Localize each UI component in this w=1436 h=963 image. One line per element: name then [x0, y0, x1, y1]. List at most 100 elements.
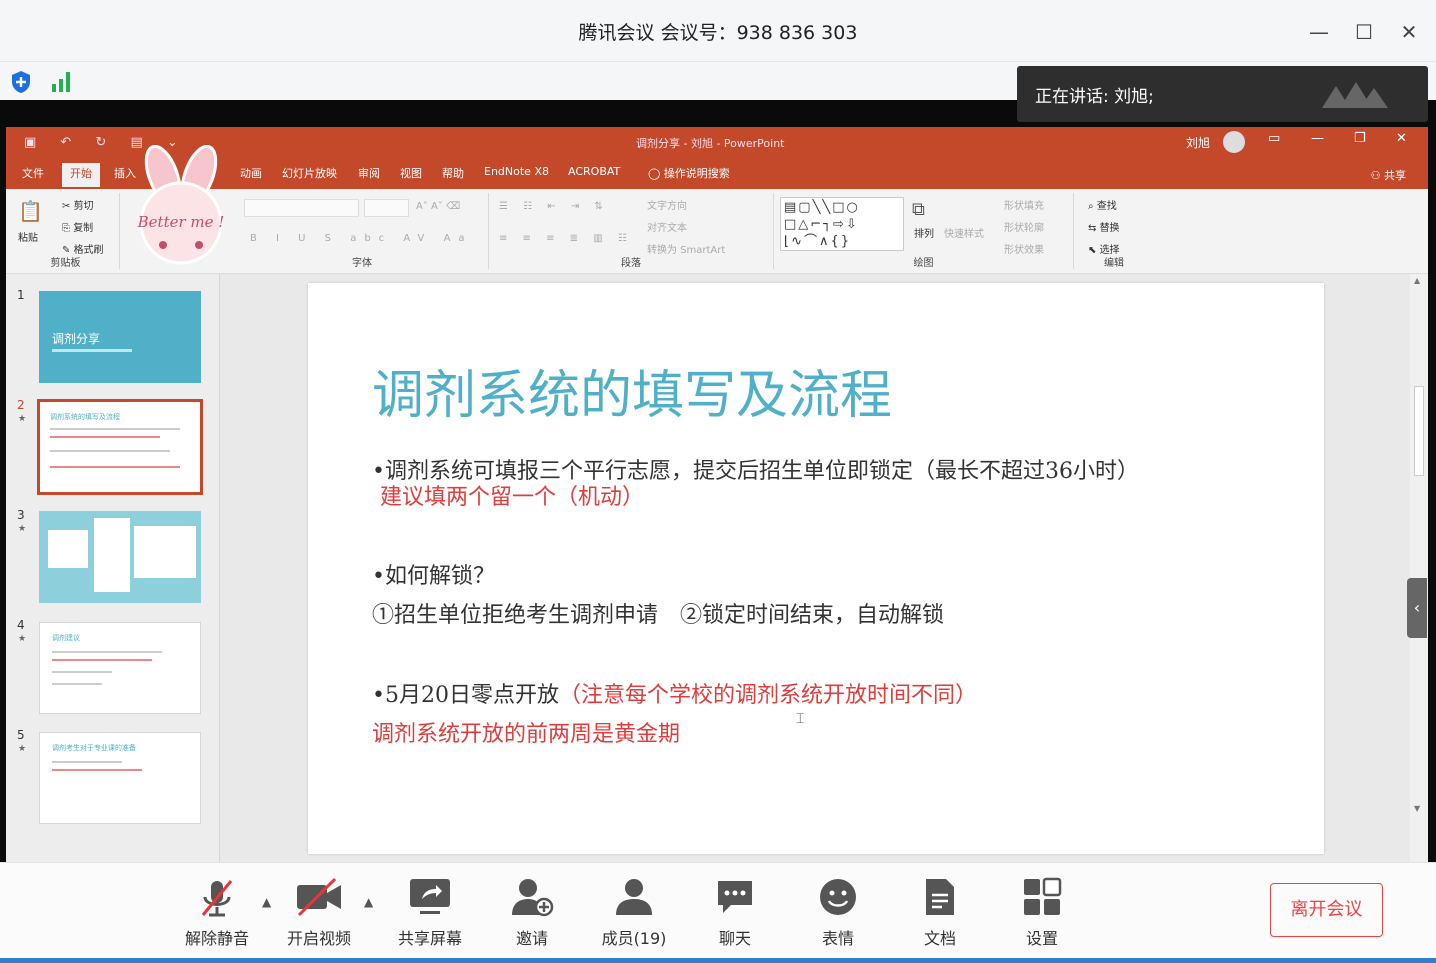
arrange-icon[interactable]: ⧉ [912, 199, 925, 220]
tab-home[interactable]: 开始 [62, 163, 100, 187]
sticker-text: Better me ! [137, 213, 225, 231]
thumb-line [52, 671, 112, 673]
font-size-box[interactable] [364, 199, 409, 217]
scroll-thumb[interactable] [1414, 386, 1424, 476]
settings-label: 设置 [1025, 929, 1058, 948]
bunny-sticker: Better me ! [137, 145, 225, 265]
font-size-icons[interactable]: A˄ A˅ ⌫ [416, 201, 460, 212]
slide-thumbnail-3[interactable] [39, 511, 201, 603]
start-video-button[interactable]: 开启视频 [274, 863, 364, 958]
thumb-title: 调剂考生对于专业课的准备 [52, 744, 136, 752]
slide-thumbnail-4[interactable]: 调剂建议 [39, 622, 201, 714]
settings-grid-icon [1024, 877, 1062, 915]
tab-slideshow[interactable]: 幻灯片放映 [282, 165, 337, 181]
video-off-icon [297, 877, 341, 917]
chat-label: 聊天 [718, 929, 751, 948]
active-speaker-banner: 正在讲话: 刘旭; [1017, 66, 1428, 122]
slide-thumbnail-1[interactable]: 调剂分享 [39, 291, 201, 383]
tab-file[interactable]: 文件 [22, 165, 44, 181]
shape-fill-button[interactable]: 形状填充 [1004, 197, 1044, 212]
tab-endnote[interactable]: EndNote X8 [484, 165, 549, 178]
quick-styles-button[interactable]: 快速样式 [944, 225, 984, 240]
tab-acrobat[interactable]: ACROBAT [568, 165, 620, 178]
scroll-up-icon[interactable]: ▲ [1414, 276, 1420, 285]
slide-bullet-3-note: （注意每个学校的调剂系统开放时间不同） [558, 683, 977, 708]
slide-thumbnail-5[interactable]: 调剂考生对于专业课的准备 [39, 732, 201, 824]
slide-bullet-2: •如何解锁？ [372, 564, 495, 589]
paste-icon[interactable]: 📋 [18, 199, 43, 223]
copy-button[interactable]: ⎘ 复制 [62, 219, 93, 234]
close-icon[interactable]: ✕ [1395, 18, 1423, 46]
window-title: 腾讯会议 会议号：938 836 303 [578, 22, 858, 44]
tab-search[interactable]: ◯ 操作说明搜索 [648, 165, 730, 181]
slide-bullet-3-text: •5月20日零点开放 [372, 683, 559, 708]
minimize-icon[interactable]: — [1305, 18, 1333, 46]
chat-button[interactable]: 聊天 [690, 863, 780, 958]
drawing-group: ▤▢╲╲□○ □△⌐┐⇨⇩ ⌊∿⌒∧{} ⧉ 排列 快速样式 形状填充 形状轮廓 形… [774, 193, 1074, 269]
video-options-caret-icon[interactable]: ▲ [364, 895, 373, 909]
members-button[interactable]: 成员(19) [589, 863, 679, 958]
find-button[interactable]: ⌕ 查找 [1088, 197, 1117, 212]
unmute-button[interactable]: 解除静音 [172, 863, 262, 958]
signal-icon[interactable] [50, 70, 74, 92]
docs-label: 文档 [923, 929, 956, 948]
paste-button[interactable]: 粘贴 [18, 229, 38, 244]
thumb-line [50, 428, 180, 430]
ppt-minimize-icon[interactable]: — [1311, 131, 1324, 146]
list-icons[interactable]: ☰ ☷ ⇤ ⇥ ⇅ [499, 201, 609, 212]
align-icons[interactable]: ≡ ≡ ≡ ≣ ▥ ☷ [499, 233, 633, 244]
scroll-down-icon[interactable]: ▼ [1414, 804, 1420, 813]
share-screen-button[interactable]: 共享屏幕 [385, 863, 475, 958]
current-slide[interactable]: 调剂系统的填写及流程 •调剂系统可填报三个平行志愿，提交后招生单位即锁定（最长不… [308, 283, 1324, 854]
font-format-icons[interactable]: B I U S abc AV Aa [250, 233, 473, 244]
share-label: 共享 [1384, 169, 1406, 182]
leave-meeting-button[interactable]: 离开会议 [1270, 883, 1383, 937]
slide-scrollbar[interactable]: ▲ ▼ [1410, 274, 1428, 862]
speaker-avatar-icon [1322, 82, 1388, 108]
align-text-button[interactable]: 对齐文本 [647, 219, 687, 234]
share-screen-label: 共享屏幕 [397, 929, 462, 948]
ppt-close-icon[interactable]: ✕ [1396, 131, 1407, 146]
ppt-restore-icon[interactable]: ❐ [1354, 131, 1366, 146]
cut-label: 剪切 [73, 201, 94, 212]
slide-star: ★ [18, 744, 27, 754]
ppt-share-button[interactable]: ⚇ 共享 [1371, 167, 1406, 183]
tab-review[interactable]: 审阅 [358, 165, 380, 181]
clipboard-group-label: 剪贴板 [50, 258, 81, 269]
replace-button[interactable]: ⇆ 替换 [1088, 219, 1120, 234]
ribbon-display-icon[interactable]: ▭ [1268, 131, 1280, 146]
tab-animation[interactable]: 动画 [240, 165, 262, 181]
members-icon [616, 879, 652, 915]
thumb-line [52, 683, 102, 685]
thumb-title: 调剂系统的填写及流程 [50, 413, 120, 421]
slide-bullet-3: •5月20日零点开放（注意每个学校的调剂系统开放时间不同） [372, 677, 977, 709]
shapes-gallery[interactable]: ▤▢╲╲□○ □△⌐┐⇨⇩ ⌊∿⌒∧{} [780, 197, 904, 251]
arrange-button[interactable]: 排列 [914, 225, 934, 240]
text-direction-button[interactable]: 文字方向 [647, 197, 687, 212]
collapse-panel-icon[interactable]: ‹ [1407, 578, 1427, 638]
editing-group-label: 编辑 [1104, 258, 1124, 269]
shield-icon[interactable] [10, 70, 32, 94]
meeting-window: 腾讯会议 会议号：938 836 303 — ☐ ✕ ▣ ↶ ↻ ▤ ⌄ 调剂分… [0, 0, 1436, 963]
shape-outline-button[interactable]: 形状轮廓 [1004, 219, 1044, 234]
audio-options-caret-icon[interactable]: ▲ [262, 895, 271, 909]
slide-star: ★ [18, 634, 27, 644]
tab-view[interactable]: 视图 [400, 165, 422, 181]
search-label: 操作说明搜索 [663, 167, 730, 180]
title-bar: 腾讯会议 会议号：938 836 303 — ☐ ✕ [0, 0, 1436, 62]
cut-button[interactable]: ✂ 剪切 [62, 197, 94, 212]
slide-thumbnail-2[interactable]: 调剂系统的填写及流程 [37, 399, 203, 495]
slide-area: 调剂系统的填写及流程 •调剂系统可填报三个平行志愿，提交后招生单位即锁定（最长不… [220, 274, 1410, 862]
avatar[interactable] [1223, 131, 1245, 153]
invite-button[interactable]: 邀请 [487, 863, 577, 958]
maximize-icon[interactable]: ☐ [1350, 18, 1378, 46]
thumb-line [50, 450, 170, 452]
thumb-phone-card [94, 518, 130, 592]
thumb-line [52, 769, 142, 771]
font-name-box[interactable] [244, 199, 359, 217]
tab-help[interactable]: 帮助 [442, 165, 464, 181]
settings-button[interactable]: 设置 [997, 863, 1087, 958]
emoji-button[interactable]: 表情 [793, 863, 883, 958]
docs-button[interactable]: 文档 [895, 863, 985, 958]
thumb-phone-card [48, 530, 88, 568]
